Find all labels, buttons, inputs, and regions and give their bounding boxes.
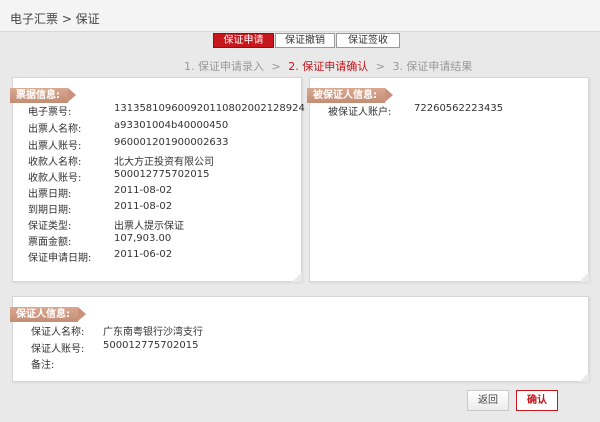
field-value: 131358109600920110802002128924 [114,103,305,114]
tab-bar: 保证申请 保证撤销 保证签收 [213,33,401,49]
field-label: 票面金额: [28,237,72,248]
field-label: 收款人名称: [28,157,82,168]
tab-guarantee-apply[interactable]: 保证申请 [213,33,274,48]
step-3: 3. 保证申请结果 [392,60,473,73]
field-value: 2011-08-02 [114,201,173,212]
breadcrumb: 电子汇票 > 保证 [10,12,100,26]
guaranteed-party-panel: 被保证人信息: 被保证人账户: 72260562223435 [307,77,589,282]
field-value: 2011-08-02 [114,185,173,196]
field-label: 被保证人账户: [328,107,392,118]
field-value: a93301004b40000450 [114,120,229,131]
step-separator: > [271,60,281,73]
field-value: 107,903.00 [114,233,172,244]
tab-guarantee-sign[interactable]: 保证签收 [336,33,400,48]
confirm-button[interactable]: 确认 [516,390,558,411]
step-indicator: 1. 保证申请录入 > 2. 保证申请确认 > 3. 保证申请结果 [184,58,472,74]
step-1: 1. 保证申请录入 [184,60,264,73]
field-value: 2011-06-02 [114,249,173,260]
guaranteed-party-title: 被保证人信息: [307,88,393,103]
step-separator: > [375,60,385,73]
field-label: 出票人名称: [28,124,82,135]
field-label: 出票日期: [28,189,72,200]
field-value: 72260562223435 [414,103,504,114]
field-value: 500012775702015 [103,340,199,351]
field-value: 500012775702015 [114,169,210,180]
bill-info-panel: 票据信息: 电子票号: 13135810960092011080200212892… [10,77,305,282]
field-label: 保证类型: [28,221,72,232]
field-label: 保证人名称: [31,327,85,338]
field-value: 北大方正投资有限公司 [114,157,214,168]
step-2-current: 2. 保证申请确认 [288,60,369,73]
field-label: 保证申请日期: [28,253,92,264]
field-label: 保证人账号: [31,344,85,355]
field-value: 出票人提示保证 [114,221,184,232]
breadcrumb-bar: 电子汇票 > 保证 [0,0,600,32]
field-label: 电子票号: [28,107,72,118]
field-value: 960001201900002633 [114,137,229,148]
back-button[interactable]: 返回 [467,390,509,411]
field-label: 出票人账号: [28,141,82,152]
field-label: 收款人账号: [28,173,82,184]
field-label: 到期日期: [28,205,72,216]
guarantor-title: 保证人信息: [10,307,86,322]
bill-info-title: 票据信息: [10,88,76,103]
tab-guarantee-cancel[interactable]: 保证撤销 [275,33,335,48]
field-value: 广东南粤银行沙湾支行 [103,327,203,338]
guarantor-panel: 保证人信息: 保证人名称: 广东南粤银行沙湾支行 保证人账号: 5000127757… [10,296,589,382]
field-label: 备注: [31,360,55,371]
